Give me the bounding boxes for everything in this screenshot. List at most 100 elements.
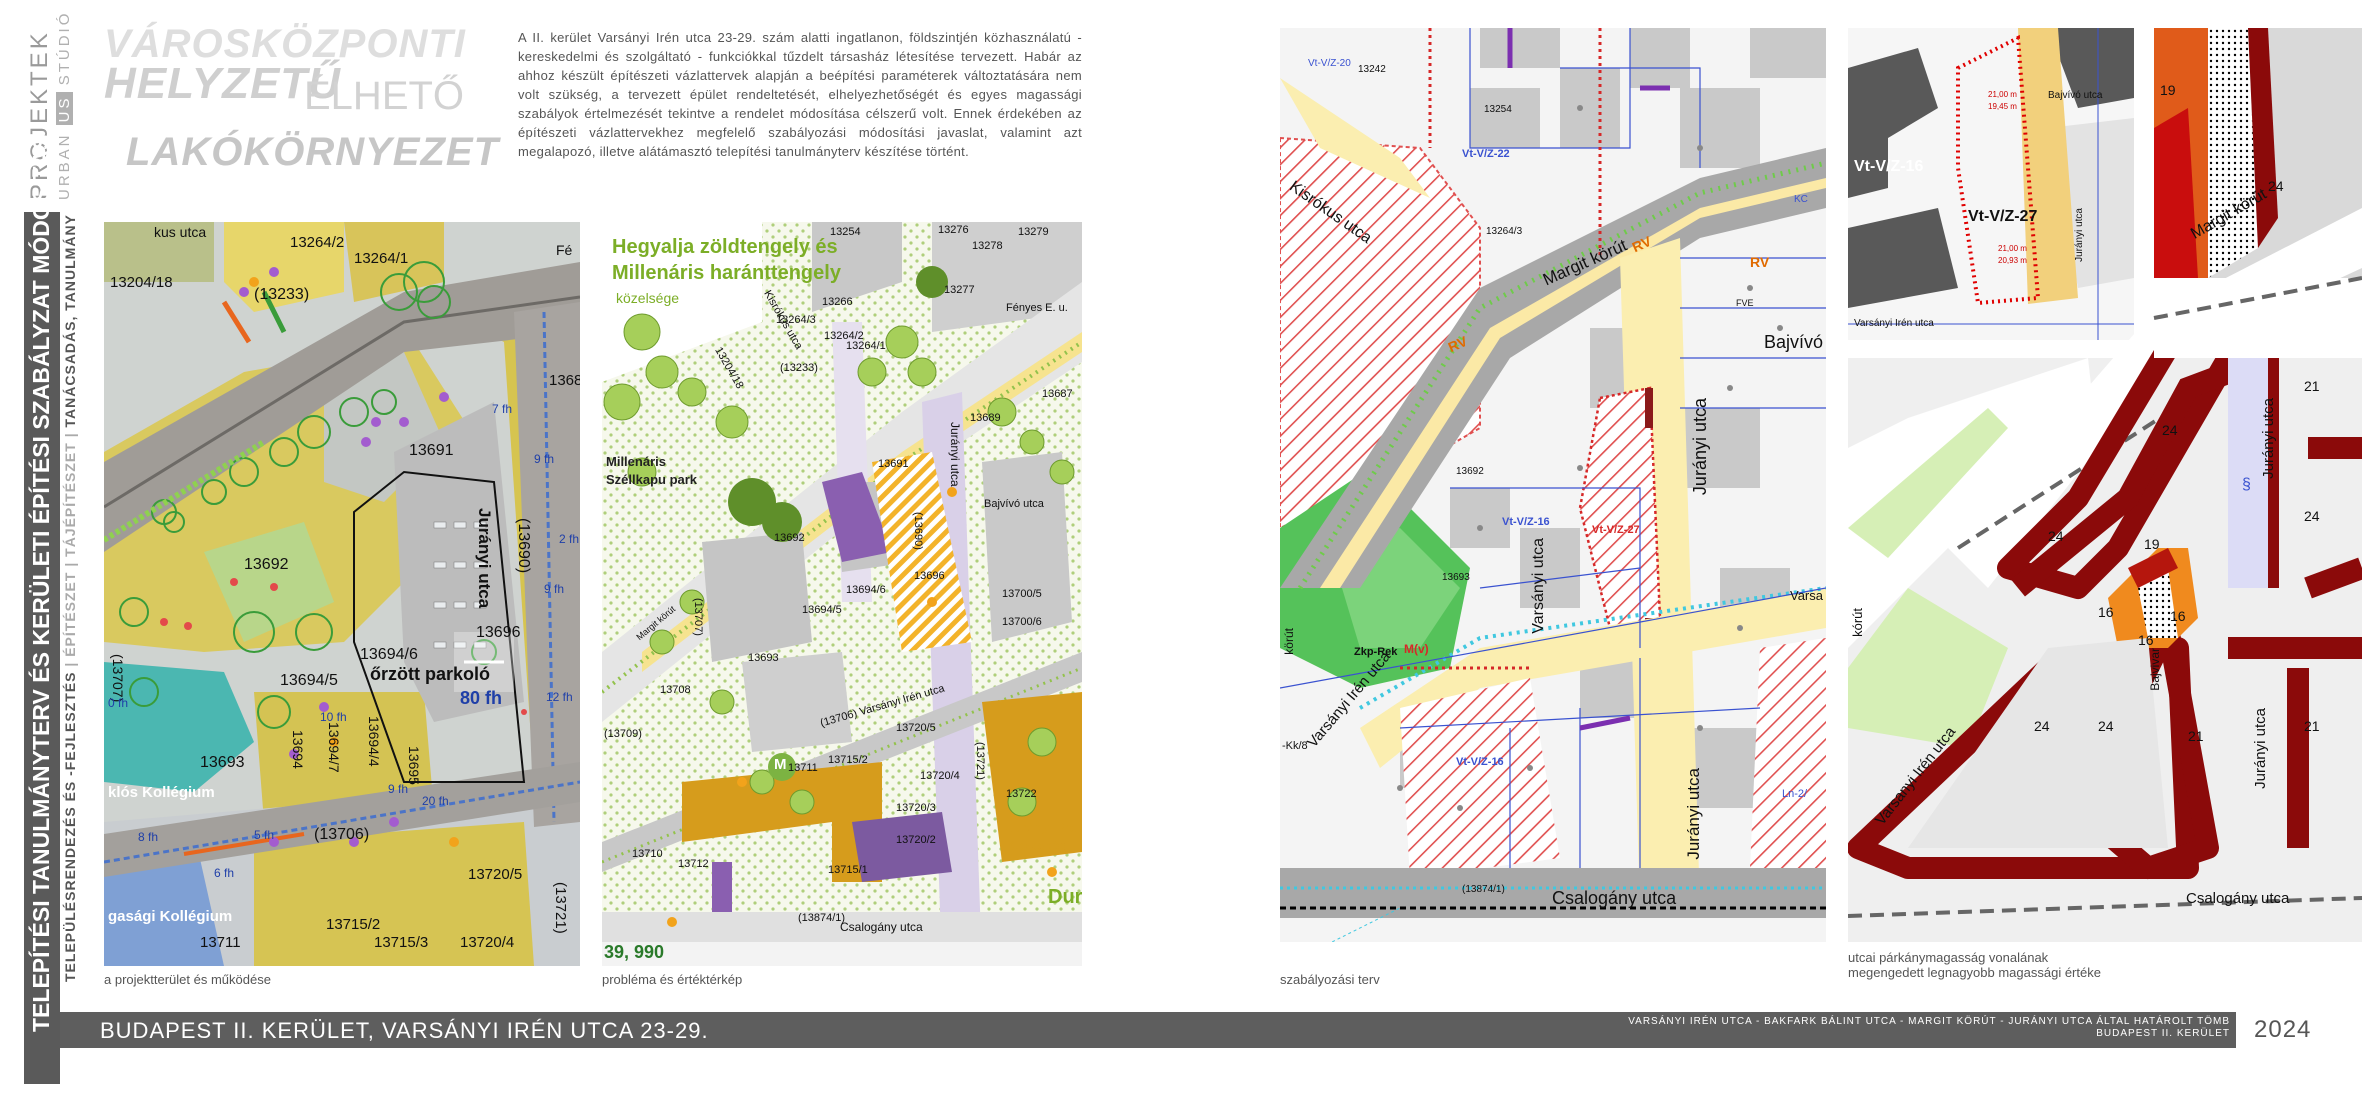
- label-kk: -Kk/8: [1282, 740, 1308, 752]
- label-lot: 13264/3: [776, 314, 816, 326]
- label-bajvivo: Bajvívó utca: [984, 498, 1044, 510]
- label-lot: 1368: [549, 372, 580, 389]
- label-lot: (13874/1): [798, 912, 846, 924]
- label-lot: 13720/4: [460, 934, 515, 951]
- label-lot: 13689: [970, 412, 1001, 424]
- label-lot: 13700/5: [1002, 588, 1042, 600]
- label-fh: 9 fh: [534, 452, 555, 466]
- label-bajvar: Bajvivar: [2148, 648, 2162, 691]
- label-fh: 9 fh: [544, 582, 565, 596]
- label-lot: 13694/6: [360, 646, 418, 663]
- label-lot: 13264/1: [354, 250, 409, 267]
- label-zone-project: Vt-V/Z-27: [1968, 208, 2038, 225]
- label-fh: 8 fh: [138, 830, 159, 844]
- label-lot: 13687: [1042, 388, 1073, 400]
- label-lot: 13715/1: [828, 864, 868, 876]
- label-lot: (13706): [314, 826, 370, 843]
- label-lot: 13694/6: [846, 584, 886, 596]
- label-paragraph: §: [2242, 476, 2251, 493]
- label-lot: 13694/4: [366, 716, 382, 767]
- label-lot: 13720/3: [896, 802, 936, 814]
- label-height: 24: [2048, 528, 2064, 544]
- label-fe: Fé: [556, 242, 573, 258]
- label-parking-count: 80 fh: [460, 688, 503, 708]
- problem-value-map: Hegyalja zöldtengely és Millenáris harán…: [602, 222, 1082, 966]
- label-transit: 39, 990: [604, 942, 665, 962]
- label-lot: 13720/4: [920, 770, 960, 782]
- label-lot: 13264/2: [290, 234, 345, 251]
- label-lot: 13722: [1006, 788, 1037, 800]
- label-lot: 13694/7: [326, 722, 342, 773]
- label-lot: (13721): [552, 882, 569, 934]
- project-area-map: kus utca 13204/18 (13233) 13264/2 13264/…: [104, 222, 580, 966]
- label-kollegium: klós Kollégium: [108, 784, 215, 801]
- label-lot: 13720/2: [896, 834, 936, 846]
- label-height: 21: [2304, 718, 2320, 734]
- label-lot: 13279: [1018, 226, 1049, 238]
- label-csalogany: Csalogány utca: [1552, 888, 1677, 908]
- label-height: 24: [2268, 178, 2284, 194]
- label-lot: 13693: [200, 754, 245, 771]
- label-height: 24: [2034, 718, 2050, 734]
- label-lot: 13693: [1442, 572, 1470, 583]
- regulation-plan-map: Vt-V/Z-20 13242 13254 13264/3 Vt-V/Z-22 …: [1280, 28, 1826, 942]
- label-lot: 13264/1: [846, 340, 886, 352]
- label-lot: 13254: [830, 226, 861, 238]
- label-lot: 13242: [1358, 64, 1386, 75]
- label-height: 19: [2160, 82, 2176, 98]
- label-lot: 13710: [632, 848, 663, 860]
- label-lot: 13692: [244, 556, 289, 573]
- label-lot: 13254: [1484, 104, 1512, 115]
- label-fh: 0 fh: [108, 696, 129, 710]
- label-title: Hegyalja zöldtengely és: [612, 236, 838, 258]
- label-mv: M(v): [1404, 642, 1429, 656]
- label-lot: 13712: [678, 858, 709, 870]
- label-lot: 13693: [748, 652, 779, 664]
- label-lot: (13709): [604, 728, 642, 740]
- label-lot: 13694: [290, 730, 306, 769]
- label-zone: Vt-V/Z-22: [1462, 148, 1510, 160]
- label-juranyi-utca: Jurányi utca: [475, 508, 494, 609]
- label-measure: 19,45 m: [1988, 102, 2017, 111]
- label-lot: 13700/6: [1002, 616, 1042, 628]
- label-fenyes: Fényes E. u.: [1006, 302, 1068, 314]
- label-fve: FVE: [1736, 298, 1754, 308]
- height-values-map: Vt-V/Z-16 Vt-V/Z-27 Bajvívó utca Jurányi…: [1848, 28, 2362, 942]
- label-rv: RV: [1750, 254, 1770, 270]
- label-lot: 13692: [1456, 466, 1484, 477]
- vertical-title: TELEPÍTÉSI TANULMÁNYTERV ÉS KERÜLETI ÉPÍ…: [28, 134, 54, 1033]
- label-height: 16: [2138, 632, 2154, 648]
- label-zkp: Zkp-Rek: [1354, 646, 1398, 658]
- label-lot: 13696: [914, 570, 945, 582]
- label-height: 21: [2304, 378, 2320, 394]
- label-parking: őrzött parkoló: [370, 664, 490, 684]
- label-szellkapu: Széllkapu park: [606, 472, 698, 487]
- label-zone: Vt-V/Z-20: [1308, 58, 1351, 69]
- label-lot: 13277: [944, 284, 975, 296]
- label-measure: 21,00 m: [1988, 90, 2017, 99]
- label-lot: 13266: [822, 296, 853, 308]
- label-fh: 12 fh: [546, 690, 573, 704]
- footer-subtitle: VARSÁNYI IRÉN UTCA - BAKFARK BÁLINT UTCA…: [1628, 1016, 2230, 1039]
- label-lot: 13715/3: [374, 934, 429, 951]
- label-height: 16: [2170, 608, 2186, 624]
- label-fh: 10 fh: [320, 710, 347, 724]
- label-bajvivo: Bajvívó utca: [2048, 90, 2103, 101]
- label-korut: körút: [1282, 628, 1296, 655]
- label-height: 24: [2162, 422, 2178, 438]
- label-lot: 13694/5: [280, 672, 338, 689]
- label-lot: 13691: [409, 442, 454, 459]
- label-ln: Ln-2/: [1782, 788, 1808, 800]
- label-height: 24: [2304, 508, 2320, 524]
- label-title: Millenáris haránttengely: [612, 262, 841, 284]
- label-height: 19: [2144, 536, 2160, 552]
- label-fh: 6 fh: [214, 866, 235, 880]
- label-varsanyi: Varsányi Irén utca: [1854, 318, 1934, 329]
- caption-map1: a projektterület és működése: [104, 972, 271, 987]
- label-height: 24: [2098, 718, 2114, 734]
- label-lot: 13711: [200, 934, 241, 951]
- label-lot: (13690): [515, 518, 532, 574]
- hero-title: VÁROSKÖZPONTI HELYZETŰ ÉLHETŐ LAKÓKÖRNYE…: [104, 22, 499, 174]
- label-lot: 13276: [938, 224, 969, 236]
- label-lot: (13690): [912, 512, 924, 550]
